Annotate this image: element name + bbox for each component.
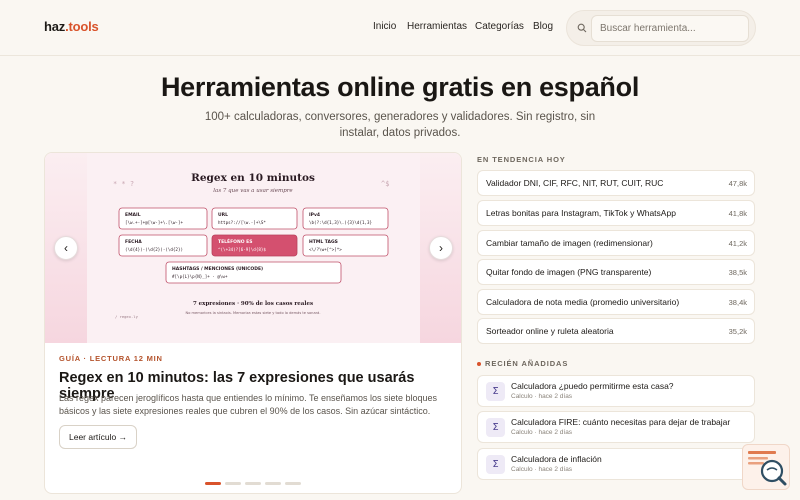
regex-box-email: EMAIL [\w.+-]+@[\w-]+\.[\w-]+ (118, 207, 208, 230)
trending-item-label: Sorteador online y ruleta aleatoria (486, 326, 614, 336)
trending-item[interactable]: Letras bonitas para Instagram, TikTok y … (477, 200, 755, 226)
trending-section-label: EN TENDENCIA HOY (477, 155, 566, 164)
trending-item[interactable]: Calculadora de nota media (promedio univ… (477, 289, 755, 315)
recent-item-meta: Calculo · hace 2 días (511, 429, 573, 436)
carousel-dot[interactable] (245, 482, 261, 485)
page-title: Herramientas online gratis en español (160, 72, 640, 102)
recent-item[interactable]: Σ Calculadora de inflación Calculo · hac… (477, 448, 755, 480)
regex-box-ipv4: IPv4 \b(?:\d{1,3}\.){3}\d{1,3} (302, 207, 389, 230)
article-description: Las regex parecen jeroglíficos hasta que… (59, 393, 438, 416)
trending-item-count: 47,8k (728, 179, 747, 188)
cheatsheet-subtitle: las 7 que vas a usar siempre (213, 188, 293, 194)
trending-item[interactable]: Sorteador online y ruleta aleatoria 35,2… (477, 318, 755, 344)
cheatsheet-deco-right: ^$ (381, 180, 389, 188)
trending-item-count: 38,4k (728, 298, 747, 307)
carousel-dot[interactable] (205, 482, 221, 485)
trending-item-count: 38,5k (728, 268, 747, 277)
svg-text:[\w.+-]+@[\w-]+\.[\w-]+: [\w.+-]+@[\w-]+\.[\w-]+ (125, 220, 183, 225)
carousel-dot[interactable] (225, 482, 241, 485)
trending-item-count: 35,2k (728, 327, 747, 336)
svg-text:^(\+34)?[6-9]\d{8}$: ^(\+34)?[6-9]\d{8}$ (218, 247, 266, 252)
sigma-icon: Σ (486, 418, 505, 437)
recent-section-label: RECIÉN AÑADIDAS (477, 359, 568, 368)
recent-item-title: Calculadora ¿puedo permitirme esta casa? (511, 381, 674, 391)
nav-inicio[interactable]: Inicio (373, 21, 396, 32)
trending-item-label: Validador DNI, CIF, RFC, NIT, RUT, CUIT,… (486, 178, 664, 188)
featured-article-image: Regex en 10 minutos las 7 que vas a usar… (45, 153, 461, 343)
regex-box-telefono: TELÉFONO ES ^(\+34)?[6-9]\d{8}$ (211, 234, 298, 257)
search-input[interactable] (591, 15, 749, 42)
trending-item-label: Cambiar tamaño de imagen (redimensionar) (486, 238, 653, 248)
cheatsheet-footer: 7 expresiones · 90% de los casos reales (193, 301, 313, 307)
svg-text:<\/?\w+[^>]*>: <\/?\w+[^>]*> (309, 247, 342, 252)
trending-item[interactable]: Validador DNI, CIF, RFC, NIT, RUT, CUIT,… (477, 170, 755, 196)
regex-box-url: URL https?://[\w.-]+\S* (211, 207, 298, 230)
nav-herramientas[interactable]: Herramientas (407, 21, 467, 32)
cheatsheet-corner-mark: / regex.ly (115, 314, 139, 319)
svg-text:#[\p{L}\p{N}_]+ · @\w+: #[\p{L}\p{N}_]+ · @\w+ (172, 274, 228, 279)
svg-text:IPv4: IPv4 (309, 212, 320, 218)
trending-item-count: 41,8k (728, 209, 747, 218)
trending-item-label: Letras bonitas para Instagram, TikTok y … (486, 208, 676, 218)
nav-categorias[interactable]: Categorías (475, 21, 524, 32)
trending-item[interactable]: Quitar fondo de imagen (PNG transparente… (477, 259, 755, 285)
svg-text:URL: URL (218, 212, 228, 218)
recent-item-meta: Calculo · hace 2 días (511, 466, 573, 473)
chevron-right-icon: › (439, 241, 443, 255)
read-article-button[interactable]: Leer artículo → (59, 425, 138, 449)
cheatsheet-footnote: No memorices la sintaxis. Memoriza estas… (186, 311, 321, 315)
new-dot-icon (477, 362, 481, 367)
search-box (566, 10, 756, 46)
recent-item[interactable]: Σ Calculadora ¿puedo permitirme esta cas… (477, 375, 755, 407)
carousel-dot[interactable] (265, 482, 281, 485)
site-header: haz.tools Inicio Herramientas Categorías… (0, 0, 800, 56)
regex-cheatsheet-graphic: Regex en 10 minutos las 7 que vas a usar… (87, 153, 420, 343)
carousel-prev-button[interactable]: ‹ (54, 236, 78, 260)
carousel-dot[interactable] (285, 482, 301, 485)
svg-text:FECHA: FECHA (125, 239, 142, 245)
trending-item-label: Quitar fondo de imagen (PNG transparente… (486, 267, 652, 277)
regex-box-fecha: FECHA (\d{4})-(\d{2})-(\d{2}) (118, 234, 208, 257)
recent-item-title: Calculadora FIRE: cuánto necesitas para … (511, 417, 731, 427)
regex-box-hashtags: HASHTAGS / MENCIONES (UNICODE) #[\p{L}\p… (165, 261, 342, 284)
cheatsheet-title: Regex en 10 minutos (191, 172, 315, 184)
sigma-icon: Σ (486, 382, 505, 401)
svg-text:\b(?:\d{1,3}\.){3}\d{1,3}: \b(?:\d{1,3}\.){3}\d{1,3} (309, 220, 373, 225)
trending-item-count: 41,2k (728, 239, 747, 248)
page-subtitle: 100+ calculadoras, conversores, generado… (204, 111, 596, 139)
svg-text:EMAIL: EMAIL (125, 212, 141, 218)
svg-text:HTML TAGS: HTML TAGS (309, 239, 338, 245)
document-search-icon (748, 451, 787, 486)
regex-box-html-tags: HTML TAGS <\/?\w+[^>]*> (302, 234, 389, 257)
floating-search-tool-button[interactable] (742, 444, 790, 490)
site-logo[interactable]: haz.tools (44, 19, 99, 34)
sigma-icon: Σ (486, 455, 505, 474)
svg-text:(\d{4})-(\d{2})-(\d{2}): (\d{4})-(\d{2})-(\d{2}) (125, 247, 183, 252)
recent-item-meta: Calculo · hace 2 días (511, 393, 573, 400)
article-category: GUÍA · LECTURA 12 MIN (59, 354, 163, 363)
trending-item-label: Calculadora de nota media (promedio univ… (486, 297, 680, 307)
svg-text:HASHTAGS / MENCIONES (UNICODE): HASHTAGS / MENCIONES (UNICODE) (172, 266, 263, 272)
chevron-left-icon: ‹ (64, 241, 68, 255)
cheatsheet-deco-left: * * ? (113, 180, 134, 188)
carousel-next-button[interactable]: › (429, 236, 453, 260)
svg-text:https?://[\w.-]+\S*: https?://[\w.-]+\S* (218, 220, 266, 225)
trending-item[interactable]: Cambiar tamaño de imagen (redimensionar)… (477, 230, 755, 256)
recent-item[interactable]: Σ Calculadora FIRE: cuánto necesitas par… (477, 411, 755, 443)
nav-blog[interactable]: Blog (533, 21, 553, 32)
featured-article-card[interactable]: Regex en 10 minutos las 7 que vas a usar… (44, 152, 462, 494)
recent-item-title: Calculadora de inflación (511, 454, 602, 464)
search-icon (577, 23, 587, 33)
carousel-indicators (205, 482, 301, 485)
